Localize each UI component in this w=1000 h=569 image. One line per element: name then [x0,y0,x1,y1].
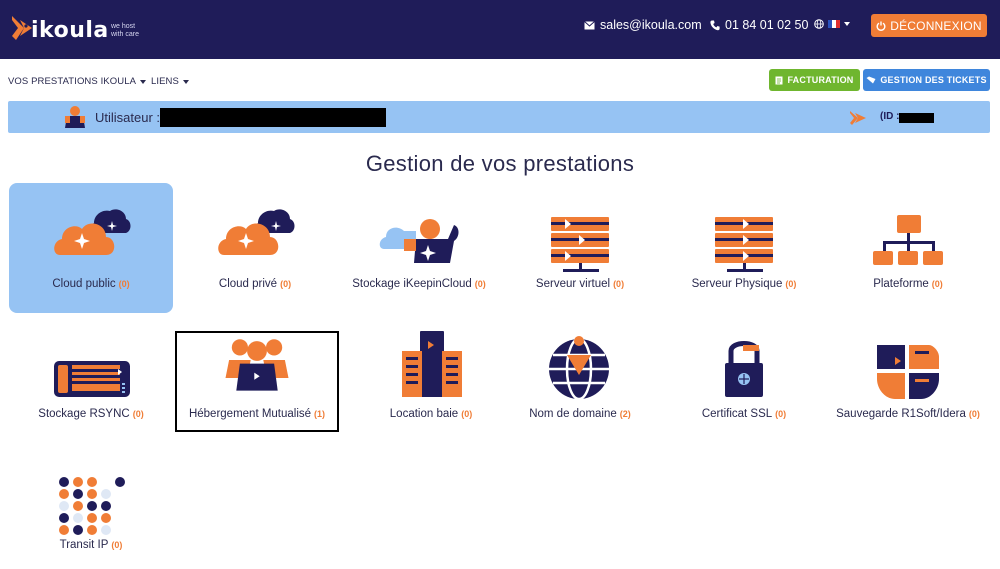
service-tile-nom-de-domaine[interactable]: Nom de domaine (2) [498,313,662,443]
service-label: Serveur Physique [691,278,783,290]
contact-phone[interactable]: 01 84 01 02 50 [710,18,808,32]
user-label: Utilisateur : [95,110,161,125]
service-count: (0) [785,279,797,289]
service-tile-ikeepincloud[interactable]: Stockage iKeepinCloud (0) [337,183,501,313]
globe-small-icon [814,19,824,29]
service-label: Certificat SSL [701,408,773,420]
storage-device-icon [50,327,132,407]
top-bar: ikoula we host with care sales@ikoula.co… [0,0,1000,59]
french-flag-icon [828,20,840,28]
service-label: Stockage RSYNC [38,408,130,420]
page-title: Gestion de vos prestations [365,151,635,176]
service-tile-stockage-rsync[interactable]: Stockage RSYNC (0) [9,313,173,443]
ticket-icon [866,76,876,84]
service-label: Stockage iKeepinCloud [352,278,472,290]
service-count: (1) [314,409,326,419]
service-label: Transit IP [59,539,109,551]
service-tile-location-baie[interactable]: Location baie (0) [349,313,513,443]
logout-button[interactable]: DÉCONNEXION [871,14,987,37]
service-label: Cloud privé [218,278,278,290]
cloud-icon [50,197,132,277]
service-count: (2) [619,409,631,419]
service-count: (0) [474,279,486,289]
service-tile-cloud-public[interactable]: Cloud public (0) [9,183,173,313]
chevron-down-icon [844,22,850,26]
service-count: (0) [461,409,473,419]
service-count: (0) [118,279,130,289]
service-count: (0) [280,279,292,289]
billing-button[interactable]: FACTURATION [769,69,860,91]
service-tile-certificat-ssl[interactable]: Certificat SSL (0) [662,313,826,443]
service-tile-serveur-virtuel[interactable]: Serveur virtuel (0) [498,183,662,313]
customer-id-label: (ID : [880,111,900,122]
phone-icon [710,20,720,30]
chevron-down-icon [182,79,189,84]
nav-menu-prestations[interactable]: VOS PRESTATIONS IKOULA [8,76,147,87]
service-label: Serveur virtuel [535,278,611,290]
service-count: (0) [931,279,943,289]
service-label: Sauvegarde R1Soft/Idera [836,408,966,420]
power-icon [876,21,886,31]
cloud-icon [214,197,296,277]
language-selector[interactable] [814,19,850,29]
service-label: Nom de domaine [529,408,617,420]
contact-email[interactable]: sales@ikoula.com [584,18,702,32]
service-count: (0) [111,540,123,550]
chevron-down-icon [140,79,147,84]
lock-icon [703,327,785,407]
envelope-icon [584,20,595,29]
rack-icon [390,327,472,407]
service-tile-serveur-physique[interactable]: Serveur Physique (0) [662,183,826,313]
tickets-button[interactable]: GESTION DES TICKETS [863,69,990,91]
service-count: (0) [613,279,625,289]
ikoula-logo[interactable]: ikoula we host with care [10,12,160,48]
service-label: Cloud public [52,278,116,290]
invoice-icon [775,76,783,84]
user-avatar-icon [65,106,85,128]
user-info-bar: Utilisateur : (ID : [8,101,990,133]
fish-logo-icon [850,111,866,125]
service-tile-cloud-prive[interactable]: Cloud privé (0) [173,183,337,313]
dot-grid-icon [50,458,132,538]
shared-hosting-icon [216,333,298,405]
nav-menu-liens[interactable]: LIENS [151,76,189,87]
server-icon [539,197,621,277]
globe-icon [539,327,621,407]
service-label: Hébergement Mutualisé [188,408,312,420]
platform-icon [867,197,949,277]
logo-wordmark: ikoula [31,18,109,43]
server-icon [703,197,785,277]
service-count: (0) [132,409,144,419]
customer-id-redacted [899,113,934,123]
service-tile-hebergement-mutualise[interactable]: Hébergement Mutualisé (1) [175,331,339,432]
service-tile-sauvegarde[interactable]: Sauvegarde R1Soft/Idera (0) [826,313,990,443]
service-count: (0) [968,409,980,419]
cloud-storage-icon [378,197,460,277]
service-tile-plateforme[interactable]: Plateforme (0) [826,183,990,313]
service-label: Location baie [389,408,459,420]
backup-icon [867,327,949,407]
service-tile-transit-ip[interactable]: Transit IP (0) [9,444,173,569]
service-label: Plateforme [873,278,929,290]
logo-tagline: we host with care [111,23,140,38]
service-count: (0) [775,409,787,419]
user-name-redacted [160,108,386,127]
